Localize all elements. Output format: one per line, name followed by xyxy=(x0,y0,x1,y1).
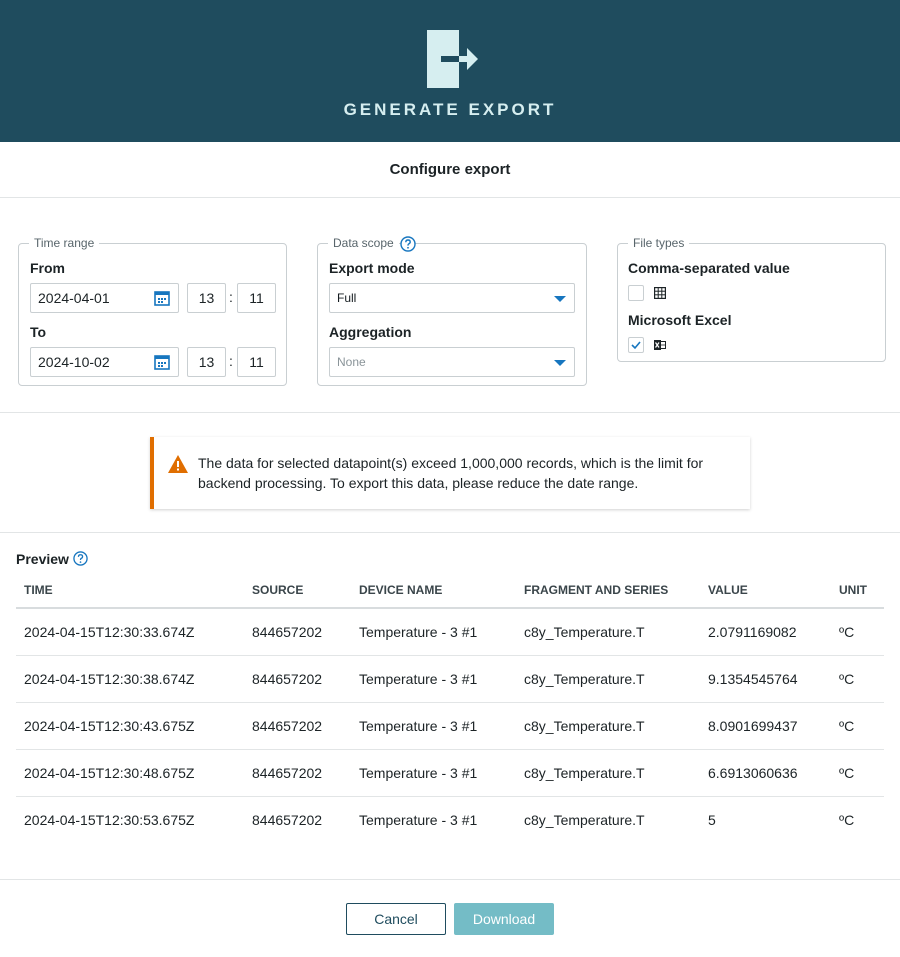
section-divider xyxy=(0,532,900,533)
table-cell: 844657202 xyxy=(244,749,351,797)
table-cell: ºC xyxy=(831,702,884,750)
export-mode-label: Export mode xyxy=(329,260,415,276)
table-cell: ºC xyxy=(839,811,855,828)
table-cell: 844657202 xyxy=(244,655,351,703)
cancel-button[interactable]: Cancel xyxy=(346,903,446,935)
table-cell: 2024-04-15T12:30:53.675Z xyxy=(24,811,195,828)
csv-label: Comma-separated value xyxy=(628,260,790,276)
checkmark-icon xyxy=(631,341,641,350)
table-cell: 5 xyxy=(708,811,716,828)
table-row: 2024-04-15T12:30:43.675Z 844657202 Tempe… xyxy=(16,702,884,750)
table-cell: 2024-04-15T12:30:33.674Z xyxy=(16,608,244,656)
excel-checkbox[interactable] xyxy=(628,337,644,353)
table-row: 2024-04-15T12:30:38.674Z 844657202 Tempe… xyxy=(16,655,884,703)
table-cell: 2024-04-15T12:30:43.675Z xyxy=(16,702,244,750)
chevron-down-icon xyxy=(554,360,566,366)
from-hour-input[interactable]: 13 xyxy=(187,283,226,313)
table-cell: 844657202 xyxy=(244,702,351,750)
table-row: 2024-04-15T12:30:53.675Z 844657202 Tempe… xyxy=(16,796,884,843)
table-cell: 8.0901699437 xyxy=(700,702,831,750)
excel-icon xyxy=(654,340,666,350)
table-cell: 6.6913060636 xyxy=(700,749,831,797)
to-minute-input[interactable]: 11 xyxy=(237,347,276,377)
table-cell: 844657202 xyxy=(252,811,323,828)
table-cell: 844657202 xyxy=(244,608,351,656)
page-title: GENERATE EXPORT xyxy=(343,100,557,119)
data-scope-legend: Data scope xyxy=(333,236,394,250)
table-cell: ºC xyxy=(831,655,884,703)
table-cell: 9.1354545764 xyxy=(700,655,831,703)
table-cell: ºC xyxy=(831,608,884,656)
to-hour-input[interactable]: 13 xyxy=(187,347,226,377)
download-button[interactable]: Download xyxy=(454,903,554,935)
footer-divider xyxy=(0,879,900,880)
export-mode-value: Full xyxy=(337,291,357,305)
preview-table: TIME SOURCE DEVICE NAME FRAGMENT AND SER… xyxy=(16,573,884,843)
csv-checkbox[interactable] xyxy=(628,285,644,301)
alert-message: The data for selected datapoint(s) excee… xyxy=(198,455,704,491)
column-header: TIME xyxy=(16,573,244,609)
column-header: UNIT xyxy=(831,573,884,609)
aggregation-value: None xyxy=(337,355,366,369)
table-cell: ºC xyxy=(831,749,884,797)
table-cell: Temperature - 3 #1 xyxy=(351,655,516,703)
preview-label: Preview xyxy=(16,551,69,567)
warning-icon xyxy=(168,455,188,473)
table-cell: Temperature - 3 #1 xyxy=(359,811,478,828)
help-icon[interactable] xyxy=(73,551,88,566)
column-header: FRAGMENT AND SERIES xyxy=(516,573,700,609)
warning-alert: The data for selected datapoint(s) excee… xyxy=(150,437,750,509)
table-cell: Temperature - 3 #1 xyxy=(351,702,516,750)
to-label: To xyxy=(30,324,47,340)
table-row: 2024-04-15T12:30:48.675Z 844657202 Tempe… xyxy=(16,749,884,797)
table-cell: c8y_Temperature.T xyxy=(516,608,700,656)
section-divider xyxy=(0,412,900,413)
to-date-value: 2024-10-02 xyxy=(38,354,110,370)
export-mode-select[interactable]: Full xyxy=(329,283,575,313)
table-cell: c8y_Temperature.T xyxy=(524,811,645,828)
table-cell: Temperature - 3 #1 xyxy=(351,608,516,656)
time-range-legend: Time range xyxy=(34,236,95,250)
table-header-row: TIME SOURCE DEVICE NAME FRAGMENT AND SER… xyxy=(16,573,884,609)
excel-label: Microsoft Excel xyxy=(628,312,732,328)
time-separator: : xyxy=(229,353,233,369)
export-arrow-icon xyxy=(427,30,478,88)
time-separator: : xyxy=(229,289,233,305)
column-header: SOURCE xyxy=(244,573,351,609)
help-icon[interactable] xyxy=(400,236,416,252)
table-cell: Temperature - 3 #1 xyxy=(351,749,516,797)
table-cell: c8y_Temperature.T xyxy=(516,655,700,703)
table-cell: c8y_Temperature.T xyxy=(516,702,700,750)
section-title: Configure export xyxy=(0,142,900,198)
from-date-value: 2024-04-01 xyxy=(38,290,110,306)
file-types-legend: File types xyxy=(633,236,685,250)
column-header: DEVICE NAME xyxy=(351,573,516,609)
calendar-icon[interactable] xyxy=(154,354,170,370)
table-cell: 2024-04-15T12:30:38.674Z xyxy=(16,655,244,703)
from-minute-input[interactable]: 11 xyxy=(237,283,276,313)
aggregation-select[interactable]: None xyxy=(329,347,575,377)
from-label: From xyxy=(30,260,65,276)
header-banner: GENERATE EXPORT xyxy=(0,0,900,142)
table-grid-icon xyxy=(654,287,666,299)
chevron-down-icon xyxy=(554,296,566,302)
table-row: 2024-04-15T12:30:33.674Z 844657202 Tempe… xyxy=(16,608,884,656)
aggregation-label: Aggregation xyxy=(329,324,412,340)
column-header: VALUE xyxy=(700,573,831,609)
table-cell: 2024-04-15T12:30:48.675Z xyxy=(16,749,244,797)
table-cell: c8y_Temperature.T xyxy=(516,749,700,797)
calendar-icon[interactable] xyxy=(154,290,170,306)
table-cell: 2.0791169082 xyxy=(700,608,831,656)
